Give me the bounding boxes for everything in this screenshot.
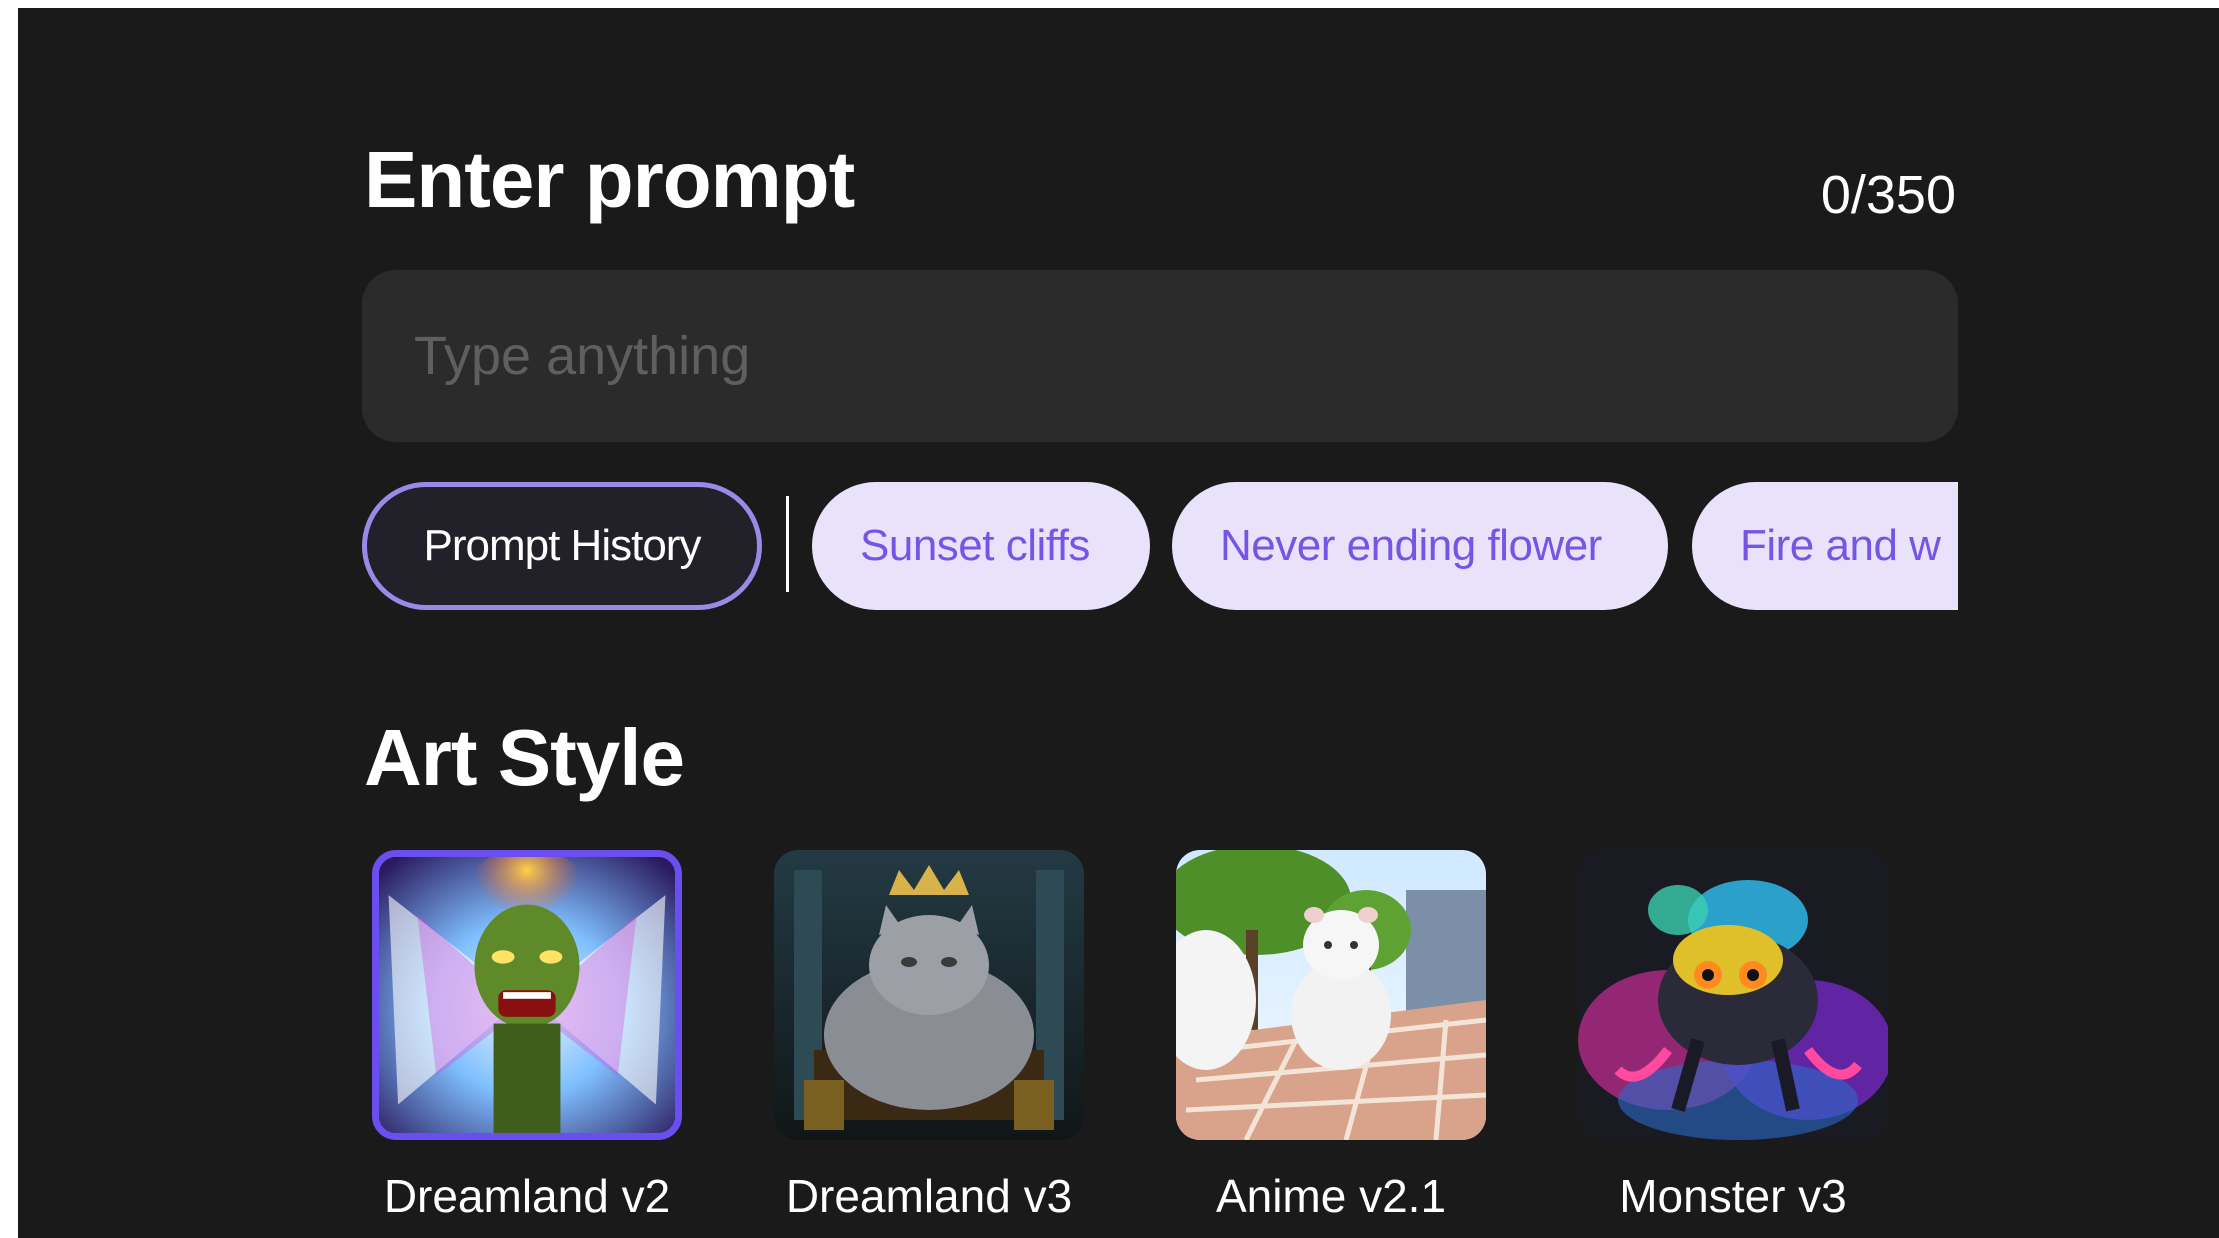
suggestion-chip-fire-and-w[interactable]: Fire and w	[1692, 482, 1958, 610]
prompt-title: Enter prompt	[364, 135, 855, 224]
suggestion-chip-sunset-cliffs[interactable]: Sunset cliffs	[812, 482, 1150, 610]
style-thumbnail-dreamland-v3[interactable]	[774, 850, 1084, 1140]
main-content: Enter prompt 0/350 Prompt History Sunset…	[362, 8, 1958, 1238]
style-label: Anime v2.1	[1215, 1170, 1447, 1222]
style-card-monster-v3[interactable]: Monster v3	[1568, 848, 1898, 1238]
art-style-list: Dreamland v2 Dreamland v3 Anime v2.1 Mon…	[362, 848, 1958, 1238]
prompt-input[interactable]	[362, 270, 1958, 442]
style-thumbnail-monster-v3[interactable]	[1578, 850, 1888, 1140]
monster-thumbnail-image	[1578, 850, 1888, 1140]
style-card-anime-v2-1[interactable]: Anime v2.1	[1166, 848, 1496, 1238]
prompt-chips-row: Prompt History Sunset cliffs Never endin…	[362, 482, 1958, 610]
hamsters-thumbnail-image	[1176, 850, 1486, 1140]
art-style-title: Art Style	[364, 713, 685, 802]
style-thumbnail-dreamland-v2[interactable]	[372, 850, 682, 1140]
prompt-history-button[interactable]: Prompt History	[362, 482, 762, 610]
character-counter: 0/350	[1820, 165, 1956, 225]
style-label: Dreamland v2	[383, 1170, 671, 1222]
style-card-dreamland-v3[interactable]: Dreamland v3	[764, 848, 1094, 1238]
prompt-header: Enter prompt 0/350	[362, 120, 1958, 240]
style-card-dreamland-v2[interactable]: Dreamland v2	[362, 848, 692, 1238]
suggestion-chip-never-ending-flower[interactable]: Never ending flower	[1172, 482, 1668, 610]
style-label: Monster v3	[1619, 1170, 1847, 1222]
style-label: Dreamland v3	[785, 1170, 1073, 1222]
style-thumbnail-anime-v2-1[interactable]	[1176, 850, 1486, 1140]
app-window: Enter prompt 0/350 Prompt History Sunset…	[18, 8, 2219, 1238]
chips-divider	[786, 496, 789, 592]
cat-king-thumbnail-image	[774, 850, 1084, 1140]
goblin-thumbnail-image	[379, 857, 675, 1133]
